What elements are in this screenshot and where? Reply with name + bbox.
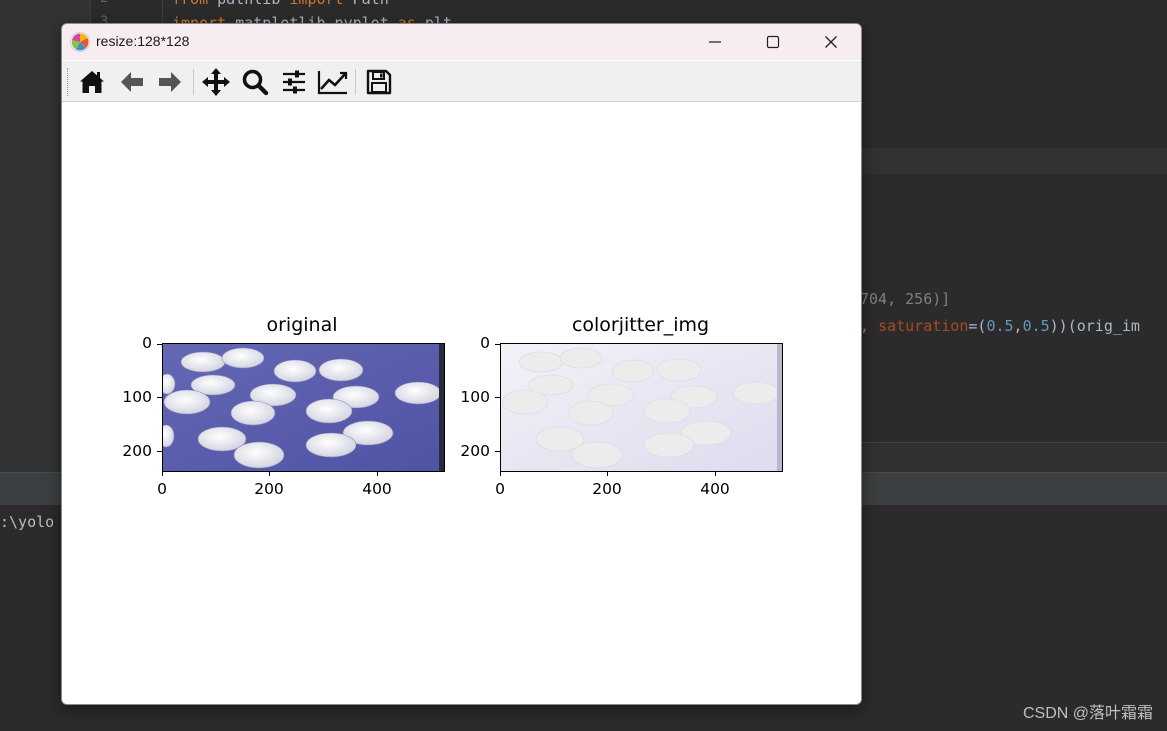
colorjitter-image [501, 344, 782, 471]
code-line[interactable]: from pathlib import Path [172, 0, 389, 8]
subplots-config-icon [283, 70, 305, 94]
y-tick-label: 200 [460, 442, 490, 460]
editor-bottom-band [860, 442, 1167, 473]
x-tick-label: 200 [254, 480, 284, 498]
back-arrow-icon [121, 72, 143, 92]
close-icon [825, 36, 837, 48]
x-tick [715, 471, 716, 476]
edit-axes-button[interactable] [316, 65, 350, 99]
x-tick [500, 471, 501, 476]
save-floppy-icon [366, 69, 392, 95]
pan-button[interactable] [199, 65, 233, 99]
x-tick-label: 400 [362, 480, 392, 498]
image-axes[interactable] [162, 343, 445, 472]
y-tick-label: 100 [460, 388, 490, 406]
watermark: CSDN @落叶霜霜 [1022, 705, 1153, 722]
code-fragment[interactable]: , saturation=(0.5,0.5))(orig_im [860, 317, 1140, 335]
x-tick-label: 0 [495, 480, 505, 498]
matplotlib-app-icon [69, 31, 91, 53]
y-tick [157, 451, 162, 452]
home-button[interactable] [75, 65, 109, 99]
figure-canvas[interactable]: original 0 100 200 0 200 400 colorjitter… [62, 102, 861, 704]
toolbar-grip[interactable] [67, 68, 70, 96]
configure-subplots-button[interactable] [277, 65, 311, 99]
figure-window: resize:128*128 original 0 100 200 0 200 … [61, 23, 862, 705]
x-tick [607, 471, 608, 476]
toolbar-separator [355, 69, 356, 95]
y-tick-label: 0 [480, 334, 490, 352]
minimize-icon [709, 41, 721, 43]
save-button[interactable] [362, 65, 396, 99]
y-tick-label: 100 [122, 388, 152, 406]
close-button[interactable] [802, 24, 860, 60]
pan-move-icon [202, 68, 230, 96]
window-title: resize:128*128 [96, 33, 190, 49]
toolbar-separator [193, 69, 194, 95]
forward-button[interactable] [153, 65, 187, 99]
y-tick [495, 451, 500, 452]
y-tick [495, 397, 500, 398]
subplot-title: original [266, 314, 338, 336]
y-tick-label: 0 [142, 334, 152, 352]
y-tick [157, 397, 162, 398]
x-tick-label: 0 [157, 480, 167, 498]
maximize-icon [766, 35, 780, 49]
x-tick [269, 471, 270, 476]
window-titlebar[interactable]: resize:128*128 [62, 24, 861, 60]
original-image [163, 344, 444, 471]
navigation-toolbar [62, 61, 861, 102]
zoom-button[interactable] [238, 65, 272, 99]
x-tick-label: 400 [700, 480, 730, 498]
y-tick [495, 344, 500, 345]
x-tick [377, 471, 378, 476]
run-output-line: :\yolo [0, 513, 55, 531]
code-fragment[interactable]: 704, 256)] [860, 290, 950, 308]
subplot-title: colorjitter_img [571, 314, 710, 336]
minimize-button[interactable] [686, 24, 744, 60]
y-tick-label: 200 [122, 442, 152, 460]
edit-axes-chart-icon [317, 71, 348, 95]
editor-highlight-band [860, 148, 1167, 174]
y-tick [157, 344, 162, 345]
x-tick-label: 200 [592, 480, 622, 498]
forward-arrow-icon [159, 72, 181, 92]
line-number: 2 [100, 0, 108, 6]
x-tick [162, 471, 163, 476]
maximize-button[interactable] [744, 24, 802, 60]
image-axes[interactable] [500, 343, 783, 472]
zoom-magnifier-icon [242, 69, 269, 96]
back-button[interactable] [115, 65, 149, 99]
home-icon [80, 71, 104, 93]
